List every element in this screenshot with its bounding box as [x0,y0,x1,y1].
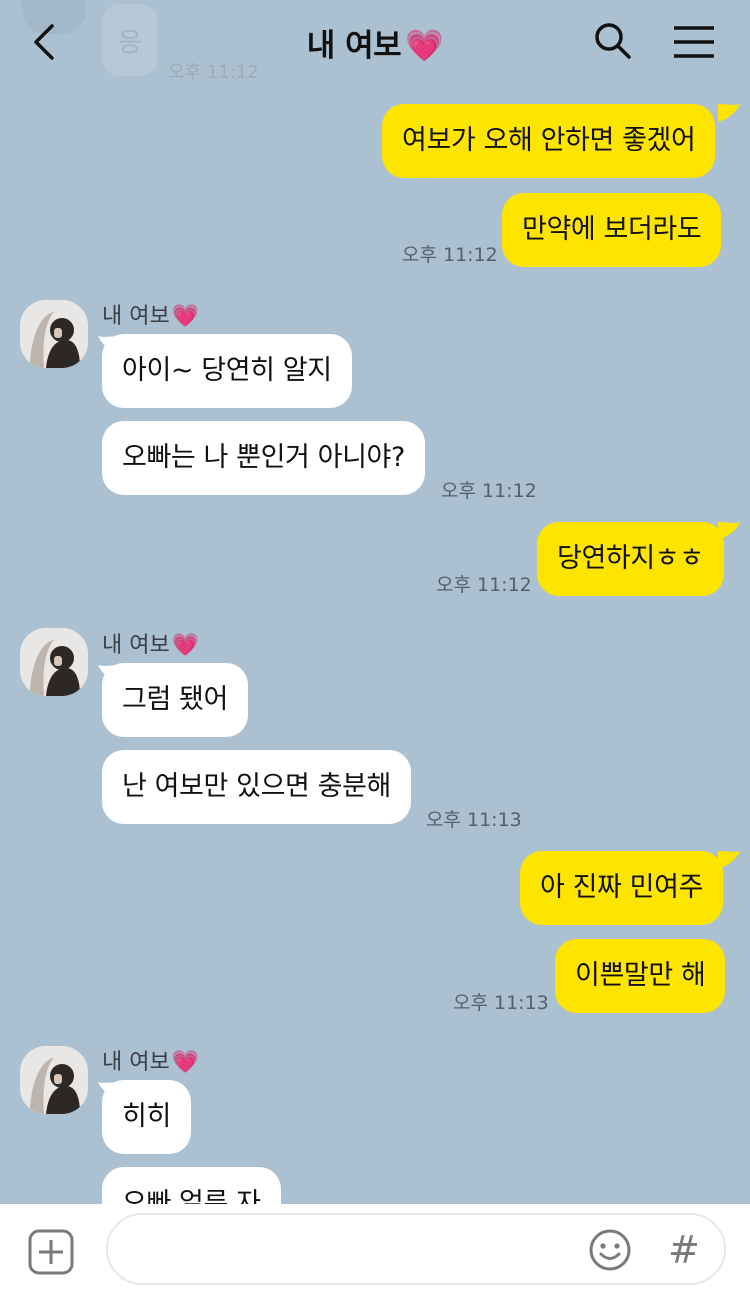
plus-icon [28,1229,74,1275]
message-text: 그럼 됐어 [122,684,228,715]
heart-icon: 💗 [171,633,200,658]
heart-icon: 💗 [405,27,444,64]
hash-button[interactable]: # [668,1226,708,1274]
chat-title-text: 내 여보 [306,27,402,64]
attach-button[interactable] [28,1229,74,1275]
other-message-bubble[interactable]: 아이~ 당연히 알지 [102,334,352,408]
search-button[interactable] [592,20,634,62]
message-text: 당연하지ㅎㅎ [557,543,704,574]
sender-name-text: 내 여보 [102,1050,170,1075]
message-text: 아 진짜 민여주 [540,872,704,903]
message-time: 오후 11:13 [453,992,549,1014]
chat-title: 내 여보 💗 [306,20,444,65]
emoji-icon [589,1229,631,1271]
my-message-bubble[interactable]: 여보가 오해 안하면 좋겠어 [382,104,716,178]
message-text: 난 여보만 있으면 충분해 [122,771,391,802]
message-text: 아이~ 당연히 알지 [122,355,332,386]
sender-name: 내 여보💗 [102,627,199,659]
message-text: 만약에 보더라도 [522,214,702,245]
message-text: 여보가 오해 안하면 좋겠어 [402,125,696,156]
emoji-button[interactable] [588,1228,632,1272]
back-arrow-icon [34,24,54,60]
bubble-tail [718,522,740,540]
bubble-tail [718,851,740,869]
profile-photo [20,300,88,368]
message-text: 오빠는 나 뿐인거 아니야? [122,442,405,473]
other-message-bubble[interactable]: 히히 [102,1080,191,1154]
profile-photo [20,628,88,696]
message-time: 오후 11:12 [402,244,498,266]
menu-button[interactable] [672,22,716,62]
other-message-bubble[interactable]: 난 여보만 있으면 충분해 [102,750,411,824]
sender-name-text: 내 여보 [102,304,170,329]
menu-icon [674,26,714,58]
my-message-bubble[interactable]: 당연하지ㅎㅎ [537,522,724,596]
my-message-bubble[interactable]: 만약에 보더라도 [502,193,722,267]
other-message-bubble[interactable]: 오빠는 나 뿐인거 아니야? [102,421,425,495]
heart-icon: 💗 [171,304,200,329]
message-time: 오후 11:12 [436,574,532,596]
avatar[interactable] [20,1046,88,1114]
my-message-bubble[interactable]: 이쁜말만 해 [555,939,726,1013]
message-text: 히히 [122,1101,171,1132]
profile-photo [20,1046,88,1114]
sender-name: 내 여보💗 [102,298,199,330]
other-message-bubble[interactable]: 그럼 됐어 [102,663,248,737]
message-time: 오후 11:12 [441,480,537,502]
sender-name: 내 여보💗 [102,1044,199,1076]
message-input[interactable] [106,1213,726,1285]
my-message-bubble[interactable]: 아 진짜 민여주 [520,851,724,925]
avatar[interactable] [20,300,88,368]
search-icon [595,23,631,59]
message-composer: # [0,1204,750,1292]
message-text: 이쁜말만 해 [575,960,706,991]
chat-header: 내 여보 💗 [0,0,750,84]
bubble-tail [718,104,740,122]
avatar[interactable] [20,628,88,696]
heart-icon: 💗 [171,1050,200,1075]
message-time: 오후 11:13 [426,809,522,831]
sender-name-text: 내 여보 [102,633,170,658]
back-button[interactable] [28,22,64,62]
hash-icon: # [668,1228,700,1272]
